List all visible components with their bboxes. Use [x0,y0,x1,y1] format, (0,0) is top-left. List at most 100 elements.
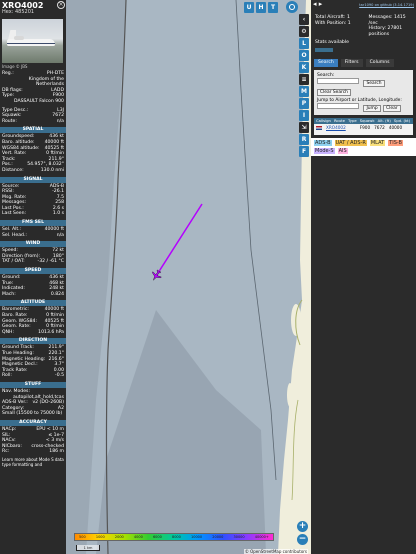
source-tisb: TIS-B [388,140,403,147]
map-button-f[interactable]: F [299,146,309,157]
wind-label: TAT / OAT: [2,259,25,265]
tab-filters[interactable]: Filters [340,58,363,67]
type-label: Type: [2,93,15,99]
aircraft-detail-panel: XRO4002 Hex: 485201 × Image © JBS Reg.: … [0,0,66,554]
alt-label: 40000+ [254,535,269,539]
source-uat: UAT / ADS-R [334,140,367,147]
aircraft-table: Callsign Route Type Squawk Alt. (ft) Spd… [314,118,413,132]
signal-row: Last Seen: 1.0 s [0,211,66,217]
wind-value: -32 / -61 °C [37,259,64,265]
fms-row: Sel. Head.: n/a [0,233,66,239]
table-filler [314,131,413,136]
speed-rows: Ground: 436 kt True: 468 kt Indicated: 248 kt… [0,275,66,297]
route-value: n/a [56,118,64,124]
speed-label: Mach: [2,291,16,297]
source-mlat: MLAT [369,140,386,147]
map-button-p[interactable]: P [299,98,309,109]
map-side-buttons: ‹ ⚙ L O K ≡ M P I ⇲ R F [299,0,310,158]
map[interactable]: U H T ‹ ⚙ L O K ≡ M P I ⇲ R F 500 1000 2… [66,0,311,554]
altitude-row: QNH: 1013.6 hPa [0,330,66,336]
speed-row: Mach: 0.824 [0,292,66,298]
map-button-l[interactable]: L [299,38,309,49]
alt-label: 500 [79,535,86,539]
alt-label: 4000 [133,535,143,539]
expand-arrows-icon[interactable]: ◂ ▸ [313,1,322,8]
map-button-i[interactable]: I [299,110,309,121]
tab-search[interactable]: Search [314,58,338,67]
github-link[interactable]: tar1090 on github (3.14.1719) [359,3,414,9]
map-button-k[interactable]: K [299,62,309,73]
island [287,383,293,407]
zoom-in-button[interactable]: + [297,521,308,532]
jump-button[interactable]: Jump [363,105,381,113]
map-button-r[interactable]: R [299,134,309,145]
map-button-o[interactable]: O [299,50,309,61]
wind-row: TAT / OAT: -32 / -61 °C [0,259,66,265]
type-full: DASSAULT Falcon 900 [13,98,64,104]
map-attribution[interactable]: © OpenStreetMap contributors [243,549,308,554]
gear-icon[interactable]: ⚙ [299,26,309,37]
source-adsb: ADS-B [314,140,332,147]
column-type[interactable]: Type [348,118,357,124]
scale-bar: 1 km [76,545,100,551]
map-button-h[interactable]: H [256,2,266,13]
search-button[interactable]: Search [363,80,385,88]
altitude-legend-labels: 500 1000 2000 4000 6000 8000 10000 20000… [74,533,274,541]
section-fms: FMS SEL [0,220,66,227]
registration-label: Reg.: [2,71,14,76]
map-top-buttons: U H T [244,2,278,13]
collapse-arrow-icon[interactable]: ‹ [299,14,309,25]
accuracy-rows: NACp: EPU < 10 m SIL: ≤ 1e-7 NACv: < 3 m/s NIC… [0,427,66,455]
jump-input[interactable] [317,103,359,110]
direction-value: -0.5 [55,373,64,379]
table-row[interactable]: XRO4002 F900 7672 40000 [314,124,413,132]
layers-icon[interactable]: ≡ [299,74,309,85]
search-area: Search: Search Clear Search Jump to Airp… [314,69,413,116]
footer-text[interactable]: Learn more about Mode S data type format… [2,457,64,468]
row-alt: 40000 [388,125,403,131]
accuracy-label: Rc: [2,449,10,455]
flag-icon [316,125,322,130]
map-button-t[interactable]: T [268,2,278,13]
section-wind: WIND [0,241,66,248]
tab-columns[interactable]: Columns [365,58,394,67]
aircraft-header: XRO4002 Hex: 485201 × [0,0,66,19]
row-callsign[interactable]: XRO4002 [326,124,346,131]
clear-search-button[interactable]: Clear Search [317,89,351,97]
clear-button[interactable]: Clear [383,105,401,113]
map-button-u[interactable]: U [244,2,254,13]
history-count: History: 27801 positions [368,26,403,37]
sidebar: ◂ ▸ tar1090 on github (3.14.1719) Total … [311,0,416,554]
route-row: Route: n/a [0,119,66,125]
search-icon[interactable] [286,1,298,13]
map-button-m[interactable]: M [299,86,309,97]
altitude-rows: Barometric: 40000 ft Baro. Rate: 0 ft/min Ge… [0,307,66,335]
accuracy-row: Rc: 186 m [0,449,66,455]
alt-label: 10000 [191,535,203,539]
registration-value[interactable]: PH-DTE [47,71,64,77]
spatial-value: 130.0 nmi [40,167,64,173]
category-desc: Small (15500 to 75000 lb) [2,411,63,417]
route-label: Route: [2,118,17,124]
stats-available: Stats available [315,40,349,46]
row-squawk: 7672 [374,125,385,131]
accuracy-value: 186 m [49,449,64,455]
map-canvas[interactable] [66,0,311,554]
row-type: F900 [359,125,371,131]
source-legend: ADS-B UAT / ADS-R MLAT TIS-B Mode-S AIS [311,138,416,157]
messages-rate: Messages: 1415 /sec [368,15,406,26]
close-icon[interactable]: × [57,1,65,9]
ruler-icon[interactable]: ⇲ [299,122,309,133]
section-direction: DIRECTION [0,338,66,345]
section-speed: SPEED [0,268,66,275]
jet-stripe [7,43,55,44]
alt-label: 6000 [152,535,162,539]
zoom-out-button[interactable]: − [297,534,308,545]
aircraft-hex: Hex: 485201 [2,9,35,15]
alt-label: 8000 [171,535,181,539]
wind-rows: Speed: 72 kt Direction (from): 180° TAT / OA… [0,248,66,265]
sidebar-tabs: Search Filters Columns [311,56,416,70]
aircraft-photo[interactable] [2,19,63,63]
search-input[interactable] [317,78,359,85]
stats-link[interactable] [315,47,333,52]
